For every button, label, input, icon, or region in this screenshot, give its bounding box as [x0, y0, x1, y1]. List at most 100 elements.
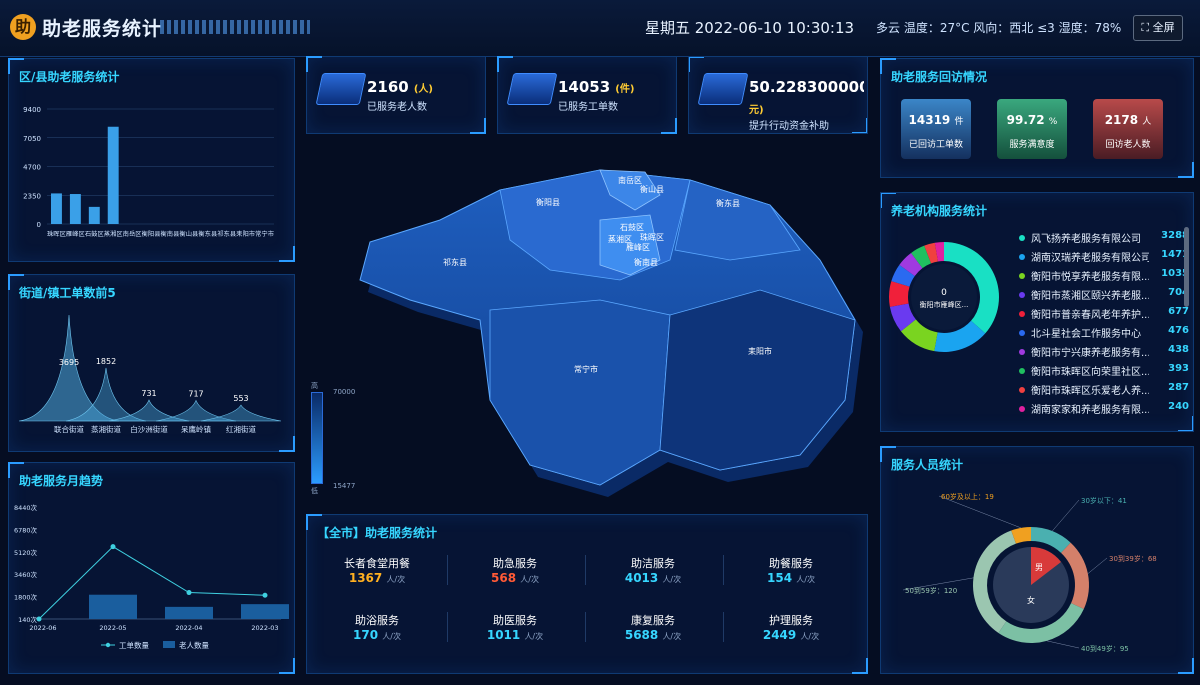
service-value: 2449: [762, 628, 797, 642]
data-label: 553: [233, 394, 248, 403]
label-leader: [1046, 640, 1080, 649]
map-region-changning[interactable]: [489, 299, 671, 486]
org-list-item[interactable]: 衡阳市宁兴康养老服务有... 438: [1019, 344, 1189, 362]
fullscreen-button[interactable]: ⛶ 全屏: [1133, 15, 1183, 41]
bar-珠晖区: [51, 193, 62, 224]
y-tick-label: 6780次: [14, 525, 38, 534]
kpi-label: 提升行动资金补助: [749, 121, 829, 132]
revisit-panel: 助老服务回访情况 14319 件 已回访工单数 99.72 % 服务满意度 21…: [880, 58, 1194, 178]
y-tick-label: 140次: [18, 615, 37, 624]
y-tick-label: 2350: [23, 192, 41, 200]
bar-elders-2022-05: [89, 594, 137, 619]
revisit-card-elders: 2178 人 回访老人数: [1093, 99, 1163, 159]
male-label: 男: [1035, 563, 1043, 572]
legend-dot: [1019, 349, 1025, 355]
service-divider: [723, 612, 724, 642]
label-leader: [1087, 557, 1108, 574]
service-item: 康复服务 5688 人/次: [593, 612, 713, 642]
service-item: 护理服务 2449 人/次: [731, 612, 851, 642]
city-services-panel: 【全市】助老服务统计 长者食堂用餐 1367 人/次 助急服务 568 人/次 助洁…: [306, 514, 868, 674]
org-name: 衡阳市普亲春风老年养护...: [1031, 310, 1149, 321]
revisit-card-workorders: 14319 件 已回访工单数: [901, 99, 971, 159]
data-label: 731: [141, 389, 156, 398]
bar-elders-2022-04: [165, 606, 213, 619]
legend-high-value: 70000: [333, 388, 356, 396]
org-name: 湖南汉瑞养老服务有限公司: [1031, 253, 1149, 264]
card-value: 99.72: [1006, 113, 1045, 127]
x-tick-label: 蒸湘街道: [91, 424, 121, 434]
org-name: 衡阳市悦享养老服务有限...: [1031, 272, 1149, 283]
service-value: 5688: [624, 628, 659, 642]
orgs-donut-chart: 0 衡阳市雁峰区...: [889, 242, 999, 352]
org-list-item[interactable]: 衡阳市珠晖区向荣里社区... 393: [1019, 363, 1189, 381]
org-list-item[interactable]: 湖南家家和养老服务有限... 240: [1019, 401, 1189, 419]
kpi-unit: 元): [749, 105, 764, 116]
service-unit: 人/次: [662, 632, 682, 641]
service-name: 康复服务: [631, 614, 675, 627]
service-item: 长者食堂用餐 1367 人/次: [317, 555, 437, 585]
map-legend-bar: [311, 392, 323, 484]
legend-dot: [1019, 273, 1025, 279]
page-title: 助老服务统计: [42, 18, 163, 40]
card-unit: 人: [1142, 117, 1152, 127]
map-label: 衡山县: [640, 184, 664, 194]
service-name: 助医服务: [493, 614, 537, 627]
orgs-scrollbar[interactable]: [1184, 227, 1189, 307]
service-divider: [447, 555, 448, 585]
slice-label: 60岁及以上：19: [941, 492, 994, 501]
kpi-unit: (件): [615, 84, 635, 95]
bar-石鼓区: [88, 206, 100, 224]
org-name: 衡阳市蒸湘区颐兴养老服...: [1031, 291, 1149, 302]
service-divider: [447, 612, 448, 642]
point-workorders-2022-06: [36, 616, 42, 622]
legend-low-value: 15477: [333, 482, 356, 490]
legend-label: 老人数量: [179, 640, 209, 650]
service-item: 助洁服务 4013 人/次: [593, 555, 713, 585]
trend-panel: 助老服务月趋势 8440次 6780次 5120次 3460次 1800次 140次 202…: [8, 462, 295, 674]
point-workorders-2022-03: [262, 592, 268, 598]
district-bar-chart: 9400 7050 4700 2350 0 珠晖区雁峰区石鼓区蒸湘区南岳区衡阳县衡南县衡山…: [23, 106, 274, 238]
org-list-item[interactable]: 衡阳市普亲春风老年养护... 677: [1019, 306, 1189, 324]
card-value: 2178: [1104, 113, 1139, 127]
org-list-item[interactable]: 衡阳市悦享养老服务有限... 1035: [1019, 268, 1189, 286]
funding-icon: [697, 73, 749, 105]
datetime-display: 星期五 2022-06-10 10:30:13: [645, 19, 855, 37]
y-tick-label: 7050: [23, 135, 41, 143]
x-tick-label: 红湘街道: [226, 424, 256, 434]
y-tick-label: 3460次: [14, 570, 38, 579]
service-value: 170: [353, 628, 379, 642]
org-name: 衡阳市珠晖区向荣里社区...: [1031, 367, 1149, 378]
data-label: 1852: [96, 357, 116, 366]
org-list-item[interactable]: 衡阳市蒸湘区颐兴养老服... 704: [1019, 287, 1189, 305]
kpi-unit: (人): [413, 84, 433, 95]
center-label: 衡阳市雁峰区...: [920, 300, 969, 309]
legend-marker: [105, 642, 111, 648]
map-label: 南岳区: [618, 175, 642, 185]
org-list-item[interactable]: 北斗星社会工作服务中心 476: [1019, 325, 1189, 343]
org-list-item[interactable]: 湖南汉瑞养老服务有限公司 1471: [1019, 249, 1189, 267]
legend-swatch: [163, 641, 175, 648]
org-list-item[interactable]: 风飞扬养老服务有限公司 3288: [1019, 230, 1189, 248]
legend-dot: [1019, 235, 1025, 241]
org-value: 287: [1168, 382, 1189, 393]
kpi-workorders: 14053 (件) 已服务工单数: [497, 56, 677, 134]
fullscreen-label: 全屏: [1152, 21, 1175, 34]
header-decoration: [160, 20, 310, 34]
x-tick-label: 2022-06: [29, 624, 56, 632]
label-leader: [1052, 499, 1080, 532]
org-list-item[interactable]: 衡阳市珠晖区乐爱老人养... 287: [1019, 382, 1189, 400]
y-tick-label: 0: [37, 221, 41, 229]
service-unit: 人/次: [386, 575, 406, 584]
y-tick-label: 4700: [23, 164, 41, 172]
kpi-funding: 50.2283000000000 元) 提升行动资金补助: [688, 56, 868, 134]
card-label: 服务满意度: [1009, 140, 1055, 150]
panel-title: 养老机构服务统计: [891, 204, 988, 218]
expand-icon: ⛶: [1141, 21, 1150, 34]
hengyang-map: 南岳区 衡山县 衡阳县 衡东县 石鼓区 蒸湘区 珠晖区 雁峰区 衡南县 祁东县 …: [359, 169, 863, 497]
x-tick-label: 联合街道: [54, 424, 84, 434]
kpi-value: 2160: [367, 78, 409, 96]
service-value: 154: [767, 571, 793, 585]
point-workorders-2022-05: [110, 544, 116, 550]
panel-title: 服务人员统计: [891, 458, 964, 472]
panel-title: 助老服务回访情况: [891, 70, 988, 84]
